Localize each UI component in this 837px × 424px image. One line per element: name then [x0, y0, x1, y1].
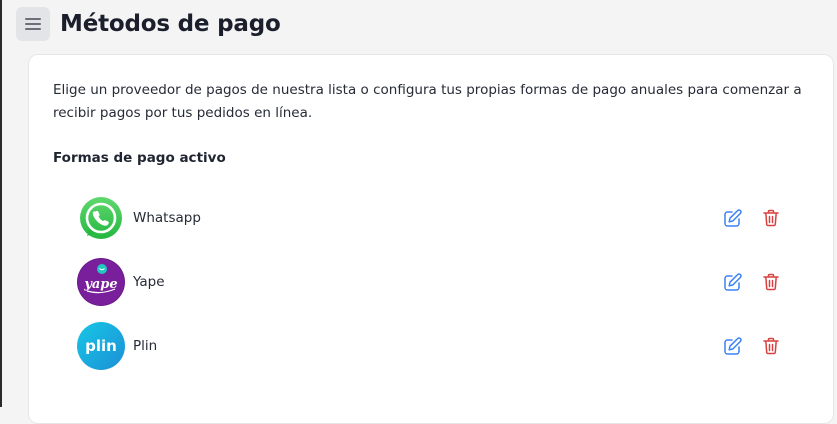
plin-logo: plin: [77, 322, 125, 370]
payment-method-yape: yape Yape: [77, 258, 781, 306]
page-title: Métodos de pago: [60, 11, 281, 37]
edit-icon: [724, 273, 742, 291]
menu-button[interactable]: [16, 7, 50, 41]
method-name: Plin: [133, 338, 158, 354]
method-name: Whatsapp: [133, 210, 201, 226]
edit-button[interactable]: [723, 272, 743, 292]
edit-icon: [724, 337, 742, 355]
edit-icon: [724, 209, 742, 227]
trash-icon: [763, 273, 779, 291]
delete-button[interactable]: [761, 208, 781, 228]
payment-method-whatsapp: Whatsapp: [77, 194, 781, 242]
whatsapp-logo: [77, 194, 125, 242]
method-name: Yape: [133, 274, 165, 290]
method-actions: [723, 336, 781, 356]
payment-methods-card: Elige un proveedor de pagos de nuestra l…: [28, 54, 834, 424]
delete-button[interactable]: [761, 272, 781, 292]
method-actions: [723, 208, 781, 228]
hamburger-icon: [25, 18, 41, 30]
yape-logo: yape: [77, 258, 125, 306]
section-title: Formas de pago activo: [53, 150, 226, 166]
plin-logo-text: plin: [85, 337, 117, 355]
trash-icon: [763, 337, 779, 355]
window-edge: [0, 0, 2, 407]
method-actions: [723, 272, 781, 292]
page-header: Métodos de pago: [16, 6, 837, 42]
delete-button[interactable]: [761, 336, 781, 356]
edit-button[interactable]: [723, 208, 743, 228]
edit-button[interactable]: [723, 336, 743, 356]
trash-icon: [763, 209, 779, 227]
payment-method-plin: plin Plin: [77, 322, 781, 370]
intro-text: Elige un proveedor de pagos de nuestra l…: [53, 82, 802, 121]
